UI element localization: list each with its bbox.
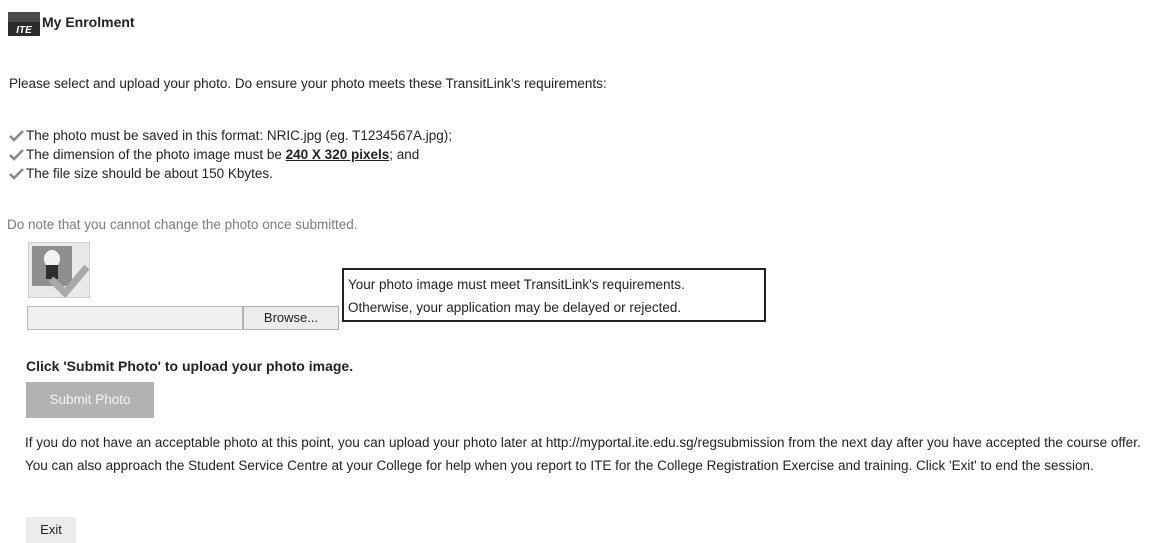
submit-photo-button[interactable]: Submit Photo	[26, 382, 154, 418]
note-text: Do note that you cannot change the photo…	[7, 217, 358, 232]
exit-button[interactable]: Exit	[26, 517, 76, 543]
page-title: My Enrolment	[42, 14, 135, 30]
photo-placeholder-graphic	[32, 246, 90, 299]
dimension-link[interactable]: 240 X 320 pixels	[286, 145, 390, 164]
requirement-item: The photo must be saved in this format: …	[9, 126, 452, 145]
requirement-item: The dimension of the photo image must be…	[9, 145, 452, 164]
requirements-list: The photo must be saved in this format: …	[9, 126, 452, 183]
requirement-text: The dimension of the photo image must be	[26, 147, 286, 162]
intro-text: Please select and upload your photo. Do …	[9, 76, 607, 91]
browse-button[interactable]: Browse...	[243, 306, 339, 330]
logo-text: ITE	[16, 25, 32, 36]
ite-logo-icon: ITE	[8, 12, 40, 36]
checkmark-icon	[9, 129, 24, 142]
callout-line: Otherwise, your application may be delay…	[348, 300, 682, 315]
photo-file-input[interactable]	[27, 306, 243, 330]
checkmark-icon	[9, 167, 24, 180]
requirement-item: The file size should be about 150 Kbytes…	[9, 164, 452, 183]
requirement-text: The photo must be saved in this format: …	[26, 128, 452, 143]
checkmark-icon	[9, 148, 24, 161]
requirements-callout: Your photo image must meet TransitLink's…	[342, 268, 766, 322]
requirement-text-suffix: ; and	[389, 147, 420, 162]
requirement-text: The file size should be about 150 Kbytes…	[26, 166, 273, 181]
help-text: If you do not have an acceptable photo a…	[25, 435, 1141, 473]
photo-placeholder-icon	[28, 242, 90, 299]
submit-instruction: Click 'Submit Photo' to upload your phot…	[26, 358, 354, 374]
callout-line: Your photo image must meet TransitLink's…	[348, 277, 685, 292]
